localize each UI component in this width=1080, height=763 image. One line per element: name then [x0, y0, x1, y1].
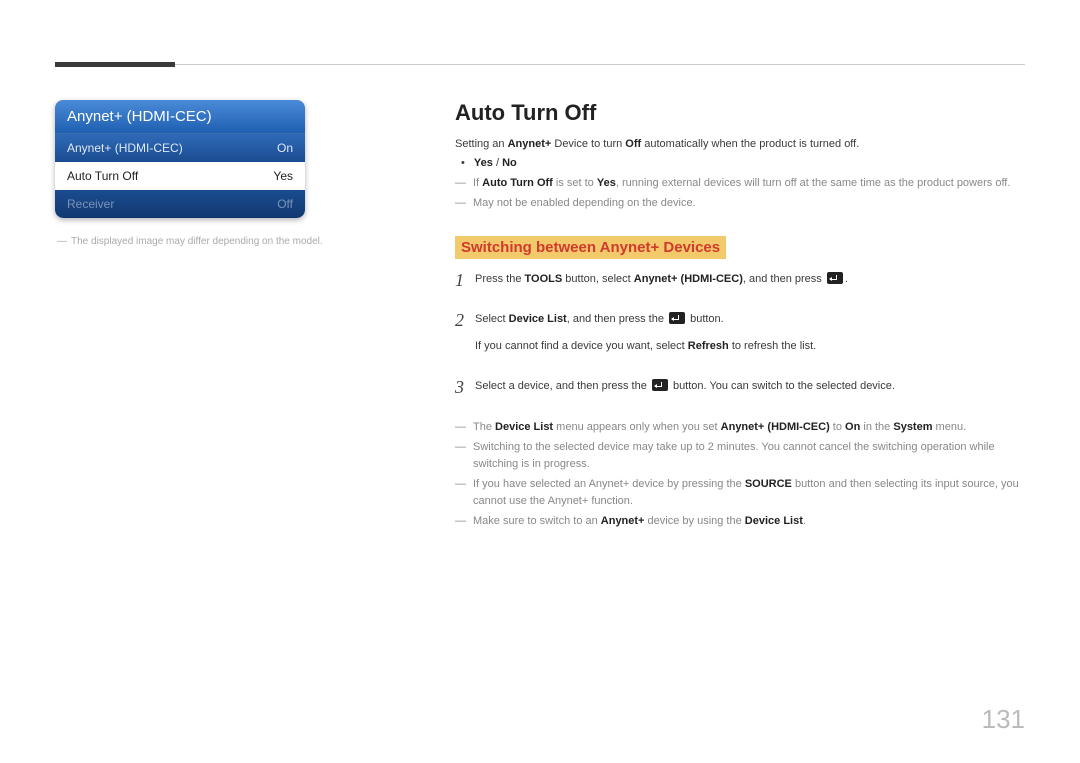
panel-row-auto-turn-off[interactable]: Auto Turn Off Yes [55, 162, 305, 190]
step-text: Select Device List, and then press the b… [475, 311, 1025, 328]
image-caption: ―The displayed image may differ dependin… [55, 236, 395, 247]
note-line: ―The Device List menu appears only when … [455, 419, 1025, 436]
options-line: Yes / No [455, 157, 1025, 169]
enter-icon [652, 379, 668, 391]
note-line: ―May not be enabled depending on the dev… [455, 195, 1025, 212]
step-number: 3 [455, 378, 475, 405]
step-text: If you cannot find a device you want, se… [475, 338, 1025, 355]
subheading: Switching between Anynet+ Devices [455, 236, 726, 259]
row-label: Receiver [67, 197, 114, 211]
row-value: On [277, 141, 293, 155]
step-text: Select a device, and then press the butt… [475, 378, 1025, 395]
top-rule [55, 64, 1025, 65]
enter-icon [669, 312, 685, 324]
row-label: Anynet+ (HDMI-CEC) [67, 141, 183, 155]
step-row: 1Press the TOOLS button, select Anynet+ … [455, 271, 1025, 298]
step-text: Press the TOOLS button, select Anynet+ (… [475, 271, 1025, 288]
note-line: ―If Auto Turn Off is set to Yes, running… [455, 175, 1025, 192]
step-number: 2 [455, 311, 475, 364]
row-label: Auto Turn Off [67, 169, 138, 183]
note-line: ―Switching to the selected device may ta… [455, 439, 1025, 472]
panel-title: Anynet+ (HDMI-CEC) [55, 100, 305, 134]
row-value: Off [277, 197, 293, 211]
page-number: 131 [982, 704, 1025, 735]
enter-icon [827, 272, 843, 284]
intro-para: Setting an Anynet+ Device to turn Off au… [455, 136, 1025, 153]
step-row: 2Select Device List, and then press the … [455, 311, 1025, 364]
panel-row-receiver: Receiver Off [55, 190, 305, 218]
row-value: Yes [273, 169, 293, 183]
step-number: 1 [455, 271, 475, 298]
panel-row-anynet[interactable]: Anynet+ (HDMI-CEC) On [55, 134, 305, 162]
note-line: ―Make sure to switch to an Anynet+ devic… [455, 513, 1025, 530]
settings-panel: Anynet+ (HDMI-CEC) Anynet+ (HDMI-CEC) On… [55, 100, 305, 218]
step-row: 3Select a device, and then press the but… [455, 378, 1025, 405]
note-line: ―If you have selected an Anynet+ device … [455, 476, 1025, 509]
section-heading: Auto Turn Off [455, 100, 1025, 126]
